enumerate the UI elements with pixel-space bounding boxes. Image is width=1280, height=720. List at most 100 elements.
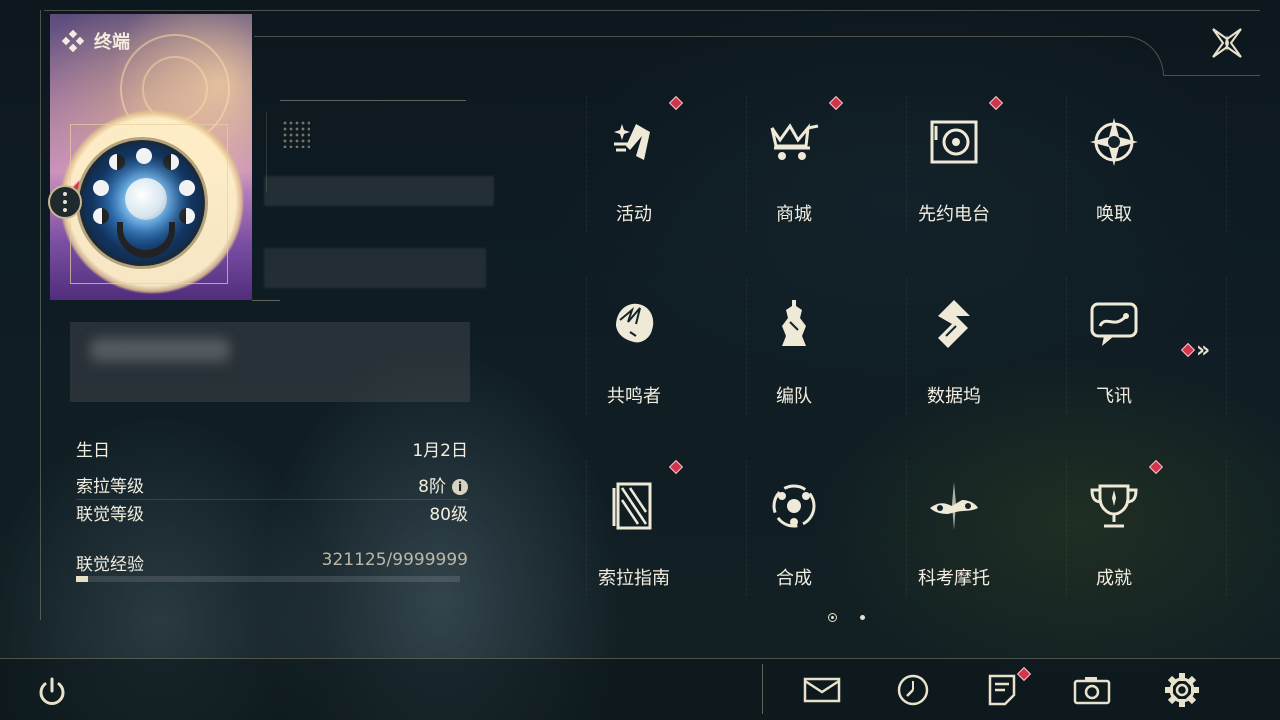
- mail-button[interactable]: [802, 670, 842, 710]
- deco-dot-grid: [282, 120, 310, 148]
- menu-item[interactable]: 飞讯: [1058, 282, 1170, 432]
- menu-item[interactable]: 成就: [1058, 459, 1170, 614]
- stat-row-union-level: 联觉等级 80级: [76, 500, 468, 525]
- moon-phase-icon: [163, 154, 179, 170]
- stat-value-wrap: 8阶 i: [418, 472, 468, 497]
- page-indicator[interactable]: [860, 615, 865, 620]
- power-button[interactable]: [32, 672, 72, 712]
- camera-icon: [1073, 677, 1111, 705]
- deco-line: [280, 100, 466, 101]
- stat-label: 索拉等级: [76, 477, 144, 497]
- terminal-header: 终端: [62, 28, 130, 54]
- notice-icon: [988, 674, 1016, 706]
- menu-item[interactable]: 活动: [578, 95, 690, 250]
- player-id-redacted: [264, 248, 486, 288]
- clock-button[interactable]: [893, 670, 933, 710]
- menu-item[interactable]: 科考摩托: [898, 464, 1010, 614]
- power-icon: [39, 677, 65, 705]
- character-portrait-icon: [604, 294, 664, 354]
- frame-line-top: [44, 10, 1260, 11]
- menu-grid-separator: [746, 460, 747, 596]
- close-button[interactable]: [1206, 22, 1248, 64]
- stat-label: 联觉等级: [76, 505, 144, 525]
- frame-line-curve-end: [1164, 75, 1260, 76]
- menu-item-label: 活动: [616, 204, 652, 225]
- moon-phase-icon: [93, 208, 109, 224]
- guide-book-icon: [604, 476, 664, 536]
- stat-value: 321125/9999999: [321, 550, 468, 570]
- motorbike-icon: [924, 476, 984, 536]
- menu-item-label: 共鸣者: [607, 386, 661, 407]
- menu-grid-separator: [1066, 278, 1067, 414]
- chat-bubble-icon: [1084, 294, 1144, 354]
- menu-item[interactable]: 商城: [738, 95, 850, 250]
- gear-icon: [1165, 673, 1199, 707]
- menu-item-label: 索拉指南: [598, 568, 670, 589]
- menu-item-label: 科考摩托: [918, 568, 990, 589]
- menu-item[interactable]: 编队: [738, 282, 850, 432]
- stat-row-sola-level: 索拉等级 8阶 i: [76, 472, 468, 500]
- crown-cart-icon: [764, 112, 824, 172]
- camera-button[interactable]: [1072, 670, 1112, 710]
- menu-item-label: 编队: [776, 386, 812, 407]
- menu-item-label: 成就: [1096, 568, 1132, 589]
- avatar[interactable]: [79, 140, 205, 266]
- clock-icon: [897, 674, 929, 706]
- page-indicator-active[interactable]: [828, 613, 837, 622]
- menu-item-label: 先约电台: [918, 204, 990, 225]
- bottom-separator: [762, 664, 763, 714]
- menu-grid-separator: [1226, 460, 1227, 596]
- settings-button[interactable]: [1162, 670, 1202, 710]
- terminal-title: 终端: [94, 32, 130, 53]
- menu-grid-separator: [586, 278, 587, 414]
- next-page-arrow-icon[interactable]: »: [1196, 338, 1210, 363]
- menu-grid-separator: [1066, 96, 1067, 232]
- menu-grid-separator: [906, 96, 907, 232]
- radio-disc-icon: [924, 112, 984, 172]
- info-icon[interactable]: i: [452, 479, 468, 495]
- menu-item[interactable]: 数据坞: [898, 282, 1010, 432]
- menu-item-label: 商城: [776, 204, 812, 225]
- frame-line-curve: [254, 36, 1164, 76]
- moon-phase-icon: [109, 154, 125, 170]
- trophy-icon: [1084, 476, 1144, 536]
- stat-label: 生日: [76, 441, 110, 461]
- menu-item[interactable]: 索拉指南: [578, 459, 690, 614]
- menu-item[interactable]: 先约电台: [898, 95, 1010, 250]
- stat-value: 8阶: [418, 477, 446, 497]
- menu-item-label: 飞讯: [1096, 386, 1132, 407]
- menu-grid-separator: [746, 278, 747, 414]
- menu-grid-separator: [1226, 278, 1227, 414]
- menu-grid-separator: [906, 460, 907, 596]
- stat-label: 联觉经验: [76, 555, 144, 575]
- menu-item[interactable]: 唤取: [1058, 100, 1170, 250]
- exp-progress-bar: [76, 576, 460, 582]
- menu-grid-separator: [746, 96, 747, 232]
- stat-row-union-exp: 联觉经验 321125/9999999: [76, 550, 468, 575]
- signature-redacted[interactable]: [70, 322, 470, 402]
- moon-phase-icon: [136, 148, 152, 164]
- stat-row-birthday: 生日 1月2日: [76, 436, 468, 461]
- synthesis-orbit-icon: [764, 476, 824, 536]
- data-dock-icon: [924, 294, 984, 354]
- chess-rook-icon: [764, 294, 824, 354]
- notice-button[interactable]: [982, 670, 1022, 710]
- hands-icon: [117, 222, 175, 258]
- menu-item-label: 数据坞: [927, 386, 981, 407]
- moon-phase-icon: [93, 180, 109, 196]
- terminal-diamond-icon: [62, 30, 84, 52]
- stat-value: 80级: [429, 505, 468, 525]
- menu-grid-separator: [586, 460, 587, 596]
- compass-star-icon: [1084, 112, 1144, 172]
- close-icon: [1212, 28, 1242, 58]
- profile-more-button[interactable]: [48, 185, 82, 219]
- menu-grid-separator: [906, 278, 907, 414]
- menu-grid-separator: [586, 96, 587, 232]
- menu-grid-separator: [1066, 460, 1067, 596]
- menu-item-label: 合成: [776, 568, 812, 589]
- frame-line-left: [40, 10, 41, 620]
- menu-item[interactable]: 合成: [738, 464, 850, 614]
- menu-item[interactable]: 共鸣者: [578, 282, 690, 432]
- sparkle-activity-icon: [604, 112, 664, 172]
- moon-phase-icon: [179, 208, 195, 224]
